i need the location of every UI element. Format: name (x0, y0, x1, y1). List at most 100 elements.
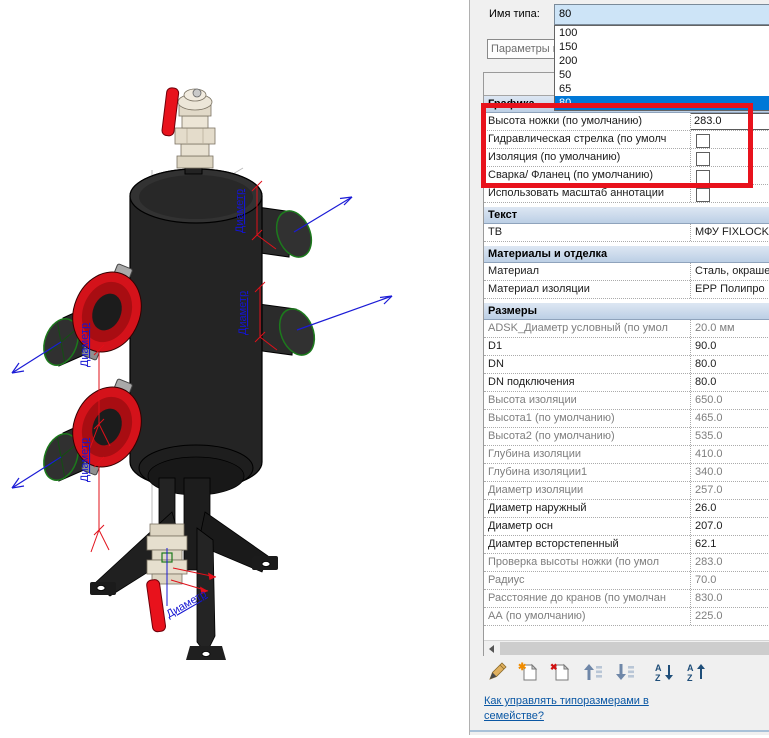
help-link[interactable]: Как управлять типоразмерами в семействе? (484, 694, 674, 724)
hydraulic-separator-drawing: Диаметр Диаметр Диаметр Диаметр Диаметр (0, 0, 469, 735)
param-label: АА (по умолчанию) (484, 608, 690, 625)
param-value-cell[interactable]: 830.0 (690, 590, 769, 607)
delete-type-icon[interactable]: ✖ (550, 661, 572, 683)
param-value-cell[interactable]: 90.0 (690, 338, 769, 355)
horizontal-scrollbar[interactable] (484, 640, 769, 656)
param-label: Материал (484, 263, 690, 280)
param-value-cell[interactable]: 283.0 (690, 113, 769, 130)
scrollbar-thumb[interactable] (500, 642, 769, 655)
sort-ascending-icon[interactable]: A Z (654, 661, 676, 683)
new-type-icon[interactable]: ✱ (518, 661, 540, 683)
param-checkbox[interactable] (696, 152, 710, 166)
param-row: Глубина изоляции1340.0 (484, 464, 769, 482)
dialog-footer-divider (470, 730, 769, 732)
param-row: Сварка/ Фланец (по умолчанию) (484, 167, 769, 185)
param-row: Изоляция (по умолчанию) (484, 149, 769, 167)
param-value-cell[interactable] (690, 131, 769, 148)
section-header: Материалы и отделка (484, 246, 769, 263)
param-value-cell[interactable]: ЕРР Полипро (690, 281, 769, 298)
dropdown-option[interactable]: 50 (555, 68, 769, 82)
parameters-rows: ГрафикаВысота ножки (по умолчанию)283.0Г… (484, 96, 769, 626)
param-label: Изоляция (по умолчанию) (484, 149, 690, 166)
param-label: ADSK_Диаметр условный (по умол (484, 320, 690, 337)
param-value-cell[interactable] (690, 167, 769, 184)
scroll-left-arrow-icon[interactable] (484, 641, 499, 656)
param-label: Высота2 (по умолчанию) (484, 428, 690, 445)
dropdown-option[interactable]: 200 (555, 54, 769, 68)
svg-text:Z: Z (655, 673, 661, 683)
param-row: МатериалСталь, окраше (484, 263, 769, 281)
param-value-cell[interactable]: 257.0 (690, 482, 769, 499)
param-checkbox[interactable] (696, 134, 710, 148)
param-label: Диаметр изоляции (484, 482, 690, 499)
param-label: DN (484, 356, 690, 373)
param-row: ADSK_Диаметр условный (по умол20.0 мм (484, 320, 769, 338)
param-value-cell[interactable]: Сталь, окраше (690, 263, 769, 280)
param-value-cell[interactable]: 410.0 (690, 446, 769, 463)
param-row: Проверка высоты ножки (по умол283.0 (484, 554, 769, 572)
param-row: Использовать масштаб аннотации (484, 185, 769, 203)
dimension-label: Диаметр (237, 291, 249, 335)
param-row: Высота1 (по умолчанию)465.0 (484, 410, 769, 428)
type-dropdown-list: 100150200506580 (554, 25, 769, 111)
param-row: DN подключения80.0 (484, 374, 769, 392)
move-down-icon[interactable] (614, 661, 636, 683)
type-name-combobox[interactable]: 80 (554, 4, 769, 25)
param-row: Глубина изоляции410.0 (484, 446, 769, 464)
param-checkbox[interactable] (696, 170, 710, 184)
param-row: Диамтер всторстепенный62.1 (484, 536, 769, 554)
dropdown-option[interactable]: 65 (555, 82, 769, 96)
param-value-cell[interactable]: 62.1 (690, 536, 769, 553)
dimension-label: Диаметр (79, 438, 91, 482)
param-value-cell[interactable]: 207.0 (690, 518, 769, 535)
dropdown-option[interactable]: 80 (555, 96, 769, 110)
edit-type-icon[interactable] (486, 661, 508, 683)
param-label: D1 (484, 338, 690, 355)
drain-lever-red (146, 579, 166, 632)
param-row: Радиус70.0 (484, 572, 769, 590)
move-up-icon[interactable] (582, 661, 604, 683)
type-properties-dialog: Имя типа: 80 Параметры п 100150200506580… (469, 0, 769, 735)
dropdown-option[interactable]: 100 (555, 26, 769, 40)
type-name-label: Имя типа: (489, 8, 540, 20)
param-value-cell[interactable]: 650.0 (690, 392, 769, 409)
section-header: Размеры (484, 303, 769, 320)
air-vent-valve (161, 87, 215, 174)
param-value-cell[interactable]: 465.0 (690, 410, 769, 427)
param-row: Диаметр наружный26.0 (484, 500, 769, 518)
sort-descending-icon[interactable]: A Z (686, 661, 708, 683)
param-label: Высота1 (по умолчанию) (484, 410, 690, 427)
param-value-cell[interactable]: 26.0 (690, 500, 769, 517)
param-value-cell[interactable] (690, 185, 769, 202)
param-label: Расстояние до кранов (по умолчан (484, 590, 690, 607)
param-value-cell[interactable]: 80.0 (690, 374, 769, 391)
dropdown-option[interactable]: 150 (555, 40, 769, 54)
param-checkbox[interactable] (696, 188, 710, 202)
param-row: АА (по умолчанию)225.0 (484, 608, 769, 626)
svg-text:A: A (655, 663, 662, 673)
param-value-cell[interactable] (690, 149, 769, 166)
param-value-input[interactable]: 283.0 (690, 113, 769, 130)
param-label: Материал изоляции (484, 281, 690, 298)
param-row: Гидравлическая стрелка (по умолч (484, 131, 769, 149)
param-value-cell[interactable]: 70.0 (690, 572, 769, 589)
param-value-cell[interactable]: МФУ FIXLOCK (690, 224, 769, 241)
param-label: DN подключения (484, 374, 690, 391)
param-label: Радиус (484, 572, 690, 589)
param-value-cell[interactable]: 20.0 мм (690, 320, 769, 337)
drain-valve (146, 524, 187, 632)
param-value-cell[interactable]: 535.0 (690, 428, 769, 445)
param-row: Высота изоляции650.0 (484, 392, 769, 410)
param-label: Диамтер всторстепенный (484, 536, 690, 553)
param-value-cell[interactable]: 283.0 (690, 554, 769, 571)
param-value-cell[interactable]: 225.0 (690, 608, 769, 625)
svg-text:✖: ✖ (550, 662, 558, 672)
param-value-cell[interactable]: 80.0 (690, 356, 769, 373)
param-row: Диаметр изоляции257.0 (484, 482, 769, 500)
param-value-cell[interactable]: 340.0 (690, 464, 769, 481)
param-label: Глубина изоляции (484, 446, 690, 463)
param-row: ТВМФУ FIXLOCK (484, 224, 769, 242)
3d-model-view[interactable]: Диаметр Диаметр Диаметр Диаметр Диаметр (0, 0, 469, 735)
parameter-search-box[interactable]: Параметры п (487, 39, 555, 59)
param-label: Сварка/ Фланец (по умолчанию) (484, 167, 690, 184)
